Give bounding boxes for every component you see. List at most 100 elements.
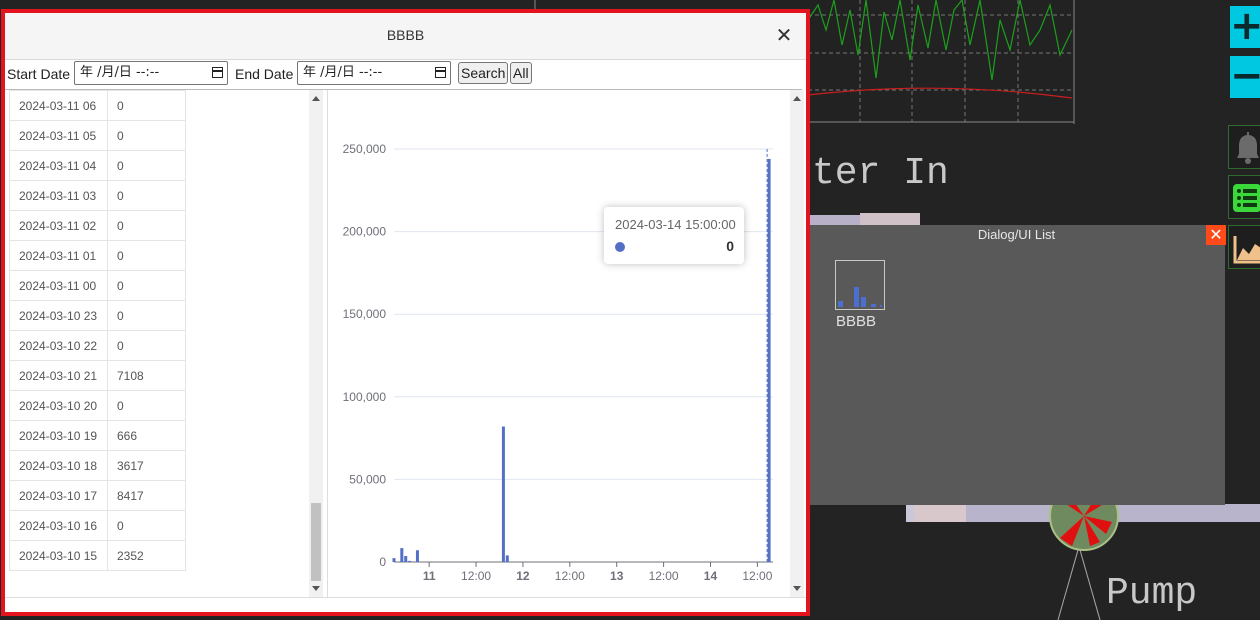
dialog-title: BBBB xyxy=(386,27,425,43)
row-value-cell: 0 xyxy=(107,390,186,421)
ui-list-item-bbbb-thumbnail[interactable] xyxy=(835,260,885,310)
bar xyxy=(415,550,419,562)
row-value-cell: 0 xyxy=(107,270,186,301)
row-time-cell: 2024-03-11 04 xyxy=(9,150,108,181)
dialog-title-bar[interactable]: BBBB ✕ xyxy=(5,13,806,60)
ui-list-close-button[interactable]: ✕ xyxy=(1206,225,1226,245)
table-row[interactable]: 2024-03-10 23 0 xyxy=(9,300,186,331)
row-value-cell: 0 xyxy=(107,210,186,241)
row-value-cell: 0 xyxy=(107,150,186,181)
x-tick-label: 12:00 xyxy=(742,569,772,583)
row-value-cell: 2352 xyxy=(107,540,186,571)
table-row[interactable]: 2024-03-11 04 0 xyxy=(9,150,186,181)
row-time-cell: 2024-03-11 06 xyxy=(9,90,108,121)
table-row[interactable]: 2024-03-11 06 0 xyxy=(9,90,186,121)
ui-list-title: Dialog/UI List xyxy=(977,227,1056,242)
table-row[interactable]: 2024-03-11 00 0 xyxy=(9,270,186,301)
data-table-pane: 2024-03-11 06 0 2024-03-11 05 0 2024-03-11 0… xyxy=(9,90,309,597)
alarm-bell-button[interactable] xyxy=(1228,125,1260,169)
row-value-cell: 0 xyxy=(107,330,186,361)
ui-list-item-label[interactable]: BBBB xyxy=(836,313,876,330)
row-time-cell: 2024-03-10 16 xyxy=(9,510,108,541)
row-value-cell: 0 xyxy=(107,120,186,151)
row-time-cell: 2024-03-11 03 xyxy=(9,180,108,211)
bar xyxy=(392,558,396,562)
bar xyxy=(400,548,404,562)
table-row[interactable]: 2024-03-11 02 0 xyxy=(9,210,186,241)
row-time-cell: 2024-03-11 00 xyxy=(9,270,108,301)
series-dot-icon xyxy=(615,242,625,252)
calendar-icon[interactable] xyxy=(435,67,446,78)
y-tick-label: 0 xyxy=(379,555,386,569)
y-tick-label: 50,000 xyxy=(349,472,386,486)
table-row[interactable]: 2024-03-11 03 0 xyxy=(9,180,186,211)
chart-pane: 0 50,000 100,000 150,000 200,000 250,000 11 12:… xyxy=(327,90,790,597)
dialog-footer-divider xyxy=(5,597,806,598)
bar xyxy=(501,426,505,562)
end-date-input[interactable]: 年 /月/日 --:-- xyxy=(297,61,451,85)
row-value-cell: 0 xyxy=(107,240,186,271)
table-row[interactable]: 2024-03-11 01 0 xyxy=(9,240,186,271)
x-tick-label: 11 xyxy=(423,569,436,583)
table-row[interactable]: 2024-03-11 05 0 xyxy=(9,120,186,151)
bar-chart-icon xyxy=(838,287,882,307)
pump-label: Pump xyxy=(1106,572,1198,615)
row-time-cell: 2024-03-10 15 xyxy=(9,540,108,571)
scroll-up-arrow-icon[interactable] xyxy=(793,96,801,101)
zoom-out-button[interactable]: − xyxy=(1230,56,1260,98)
water-in-label: ter In xyxy=(812,152,949,195)
row-value-cell: 0 xyxy=(107,300,186,331)
table-row[interactable]: 2024-03-10 18 3617 xyxy=(9,450,186,481)
start-date-input[interactable]: 年 /月/日 --:-- xyxy=(74,61,228,85)
tooltip-value: 0 xyxy=(726,238,734,254)
filter-toolbar: Start Date 年 /月/日 --:-- End Date 年 /月/日 … xyxy=(5,59,802,90)
tooltip-time: 2024-03-14 15:00:00 xyxy=(615,217,736,232)
table-scroll-thumb[interactable] xyxy=(311,503,321,581)
zoom-in-button[interactable]: + xyxy=(1230,6,1260,48)
row-value-cell: 0 xyxy=(107,90,186,121)
row-time-cell: 2024-03-11 05 xyxy=(9,120,108,151)
y-tick-label: 100,000 xyxy=(343,390,387,404)
dialog-close-button[interactable]: ✕ xyxy=(774,25,794,45)
data-table: 2024-03-11 06 0 2024-03-11 05 0 2024-03-11 0… xyxy=(9,90,186,571)
calendar-icon[interactable] xyxy=(212,67,223,78)
row-value-cell: 0 xyxy=(107,180,186,211)
all-button[interactable]: All xyxy=(510,62,532,84)
end-date-label: End Date xyxy=(235,66,294,82)
table-row[interactable]: 2024-03-10 16 0 xyxy=(9,510,186,541)
chart-scrollbar[interactable] xyxy=(790,90,804,597)
row-value-cell: 7108 xyxy=(107,360,186,391)
table-row[interactable]: 2024-03-10 15 2352 xyxy=(9,540,186,571)
bar xyxy=(505,555,509,562)
start-date-value: 年 /月/日 --:-- xyxy=(80,65,160,80)
history-bar-chart: 0 50,000 100,000 150,000 200,000 250,000 11 12:… xyxy=(343,142,773,583)
scroll-down-arrow-icon[interactable] xyxy=(793,586,801,591)
table-row[interactable]: 2024-03-10 19 666 xyxy=(9,420,186,451)
bar xyxy=(767,158,771,563)
table-row[interactable]: 2024-03-10 21 7108 xyxy=(9,360,186,391)
list-button[interactable] xyxy=(1228,175,1260,219)
table-row[interactable]: 2024-03-10 22 0 xyxy=(9,330,186,361)
end-date-value: 年 /月/日 --:-- xyxy=(303,65,383,80)
row-value-cell: 8417 xyxy=(107,480,186,511)
x-tick-label: 12:00 xyxy=(555,569,585,583)
bar xyxy=(408,560,412,562)
x-tick-label: 12:00 xyxy=(461,569,491,583)
search-button[interactable]: Search xyxy=(458,62,509,84)
row-time-cell: 2024-03-11 02 xyxy=(9,210,108,241)
table-row[interactable]: 2024-03-10 20 0 xyxy=(9,390,186,421)
trend-chart-button[interactable] xyxy=(1228,225,1260,269)
row-value-cell: 0 xyxy=(107,510,186,541)
row-time-cell: 2024-03-10 18 xyxy=(9,450,108,481)
row-time-cell: 2024-03-10 20 xyxy=(9,390,108,421)
table-scrollbar[interactable] xyxy=(309,90,323,597)
y-tick-label: 250,000 xyxy=(343,142,387,156)
y-tick-label: 200,000 xyxy=(343,225,387,239)
scroll-down-arrow-icon[interactable] xyxy=(312,586,320,591)
row-time-cell: 2024-03-10 23 xyxy=(9,300,108,331)
bar xyxy=(404,556,408,562)
scroll-up-arrow-icon[interactable] xyxy=(312,96,320,101)
chart-dialog: BBBB ✕ Start Date 年 /月/日 --:-- End Date … xyxy=(1,9,810,616)
table-row[interactable]: 2024-03-10 17 8417 xyxy=(9,480,186,511)
row-time-cell: 2024-03-10 17 xyxy=(9,480,108,511)
